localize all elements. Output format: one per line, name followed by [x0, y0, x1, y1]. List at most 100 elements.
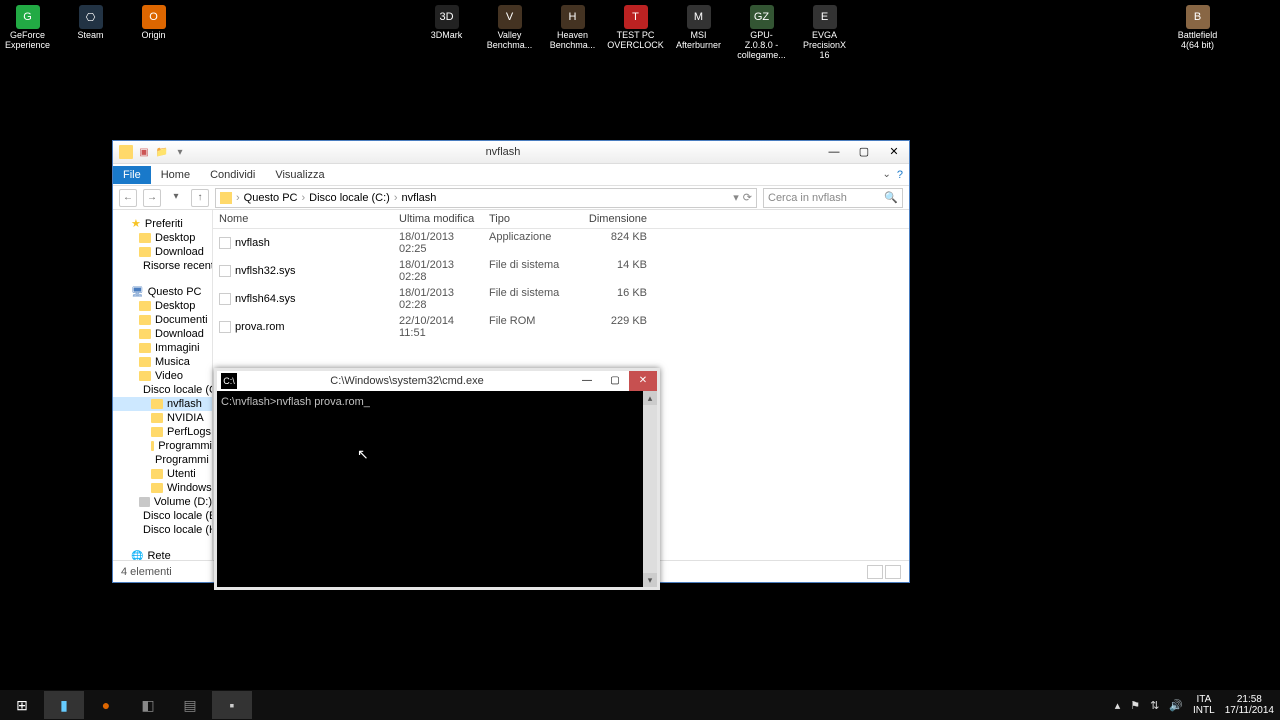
tree-node[interactable]: Disco locale (H:) — [113, 523, 212, 537]
tree-node[interactable]: Programmi — [113, 439, 212, 453]
tree-node[interactable]: 🖥Questo PC — [113, 285, 212, 299]
taskbar-app-button[interactable]: ◧ — [128, 691, 168, 719]
tree-node[interactable]: Musica — [113, 355, 212, 369]
start-button[interactable]: ⊞ — [2, 691, 42, 719]
desktop-icon[interactable]: OOrigin — [131, 5, 176, 61]
file-row[interactable]: nvflsh64.sys18/01/2013 02:28File di sist… — [213, 285, 909, 313]
maximize-button[interactable]: ▢ — [849, 142, 879, 162]
cmd-titlebar[interactable]: C:\ C:\Windows\system32\cmd.exe — ▢ ✕ — [217, 371, 657, 391]
search-input[interactable]: Cerca in nvflash 🔍 — [763, 188, 903, 208]
desktop-icon[interactable]: VValley Benchma... — [487, 5, 532, 61]
desktop-icon[interactable]: TTEST PC OVERCLOCK — [613, 5, 658, 61]
folder-icon — [139, 371, 151, 381]
column-size[interactable]: Dimensione — [573, 210, 653, 228]
tree-node[interactable]: Programmi (x86) — [113, 453, 212, 467]
file-row[interactable]: prova.rom22/10/2014 11:51File ROM229 KB — [213, 313, 909, 341]
tree-node[interactable]: Risorse recenti — [113, 259, 212, 273]
cmd-title: C:\Windows\system32\cmd.exe — [241, 375, 573, 387]
file-row[interactable]: nvflsh32.sys18/01/2013 02:28File di sist… — [213, 257, 909, 285]
explorer-titlebar[interactable]: ▣ 📁 ▾ nvflash — ▢ ✕ — [113, 141, 909, 164]
breadcrumb[interactable]: Questo PC — [244, 192, 298, 204]
column-modified[interactable]: Ultima modifica — [393, 210, 483, 228]
taskbar-explorer-button[interactable]: ▮ — [44, 691, 84, 719]
tree-node[interactable]: Documenti — [113, 313, 212, 327]
tray-network-icon[interactable]: ⇅ — [1150, 699, 1159, 712]
tree-node[interactable]: Immagini — [113, 341, 212, 355]
qat-newfolder-icon[interactable]: 📁 — [155, 145, 169, 159]
app-icon: H — [561, 5, 585, 29]
cmd-close-button[interactable]: ✕ — [629, 371, 657, 391]
tree-node[interactable]: 🌐Rete — [113, 549, 212, 560]
status-text: 4 elementi — [121, 566, 172, 578]
address-dropdown-icon[interactable]: ▾ — [733, 191, 739, 204]
tree-node[interactable]: Download — [113, 245, 212, 259]
nav-forward-button[interactable]: → — [143, 189, 161, 207]
desktop-icon[interactable]: GGeForce Experience — [5, 5, 50, 61]
tree-node[interactable]: Utenti — [113, 467, 212, 481]
tray-show-hidden-icon[interactable]: ▴ — [1115, 699, 1121, 712]
taskbar-cmd-button[interactable]: ▪ — [212, 691, 252, 719]
ribbon-file-tab[interactable]: File — [113, 166, 151, 184]
view-icons-button[interactable] — [885, 565, 901, 579]
tree-node[interactable]: Disco locale (E:) — [113, 509, 212, 523]
ribbon-home-tab[interactable]: Home — [151, 166, 200, 184]
folder-icon — [151, 469, 163, 479]
desktop-icon[interactable]: BBattlefield 4(64 bit) — [1175, 5, 1220, 51]
tree-node[interactable]: Disco locale (C:) — [113, 383, 212, 397]
tree-node[interactable]: ★Preferiti — [113, 216, 212, 231]
help-icon[interactable]: ? — [897, 169, 903, 181]
tree-node[interactable]: nvflash — [113, 397, 212, 411]
desktop-icon[interactable]: 3D3DMark — [424, 5, 469, 61]
nav-up-button[interactable]: ↑ — [191, 189, 209, 207]
tree-node[interactable]: PerfLogs — [113, 425, 212, 439]
cmd-body[interactable]: C:\nvflash>nvflash prova.rom_ ▴ ▾ ↖ — [217, 391, 657, 587]
folder-icon — [151, 413, 163, 423]
tray-volume-icon[interactable]: 🔊 — [1169, 699, 1183, 712]
tree-node[interactable]: Windows — [113, 481, 212, 495]
app-icon: ⎔ — [79, 5, 103, 29]
scroll-down-icon[interactable]: ▾ — [643, 573, 657, 587]
tree-node[interactable]: Desktop — [113, 231, 212, 245]
breadcrumb[interactable]: Disco locale (C:) — [309, 192, 390, 204]
taskbar-app-button[interactable]: ● — [86, 691, 126, 719]
nav-history-dropdown[interactable]: ▾ — [167, 189, 185, 207]
scroll-up-icon[interactable]: ▴ — [643, 391, 657, 405]
folder-icon — [151, 427, 163, 437]
tray-clock[interactable]: 21:58 17/11/2014 — [1225, 694, 1274, 716]
desktop-icon[interactable]: GZGPU-Z.0.8.0 - collegame... — [739, 5, 784, 61]
tree-node[interactable]: Download — [113, 327, 212, 341]
tray-language[interactable]: ITA INTL — [1193, 694, 1215, 716]
nav-back-button[interactable]: ← — [119, 189, 137, 207]
file-modified: 18/01/2013 02:28 — [393, 286, 483, 312]
cmd-minimize-button[interactable]: — — [573, 371, 601, 391]
file-type: Applicazione — [483, 230, 573, 256]
tree-node[interactable]: Video — [113, 369, 212, 383]
desktop-icon[interactable]: MMSI Afterburner — [676, 5, 721, 61]
column-type[interactable]: Tipo — [483, 210, 573, 228]
qat-dropdown-icon[interactable]: ▾ — [173, 145, 187, 159]
desktop-icon[interactable]: ⎔Steam — [68, 5, 113, 61]
view-details-button[interactable] — [867, 565, 883, 579]
desktop-icon-label: GPU-Z.0.8.0 - collegame... — [737, 31, 786, 61]
ribbon-view-tab[interactable]: Visualizza — [265, 166, 334, 184]
ribbon-share-tab[interactable]: Condividi — [200, 166, 265, 184]
close-button[interactable]: ✕ — [879, 142, 909, 162]
breadcrumb[interactable]: nvflash — [402, 192, 437, 204]
column-name[interactable]: Nome — [213, 210, 393, 228]
desktop-icon[interactable]: EEVGA PrecisionX 16 — [802, 5, 847, 61]
tray-icon[interactable]: ⚑ — [1130, 699, 1140, 712]
qat-properties-icon[interactable]: ▣ — [137, 145, 151, 159]
cmd-maximize-button[interactable]: ▢ — [601, 371, 629, 391]
tree-node[interactable]: Desktop — [113, 299, 212, 313]
refresh-icon[interactable]: ⟳ — [743, 191, 752, 204]
desktop-icons-right: BBattlefield 4(64 bit) — [1175, 5, 1220, 51]
tree-node[interactable]: Volume (D:) — [113, 495, 212, 509]
address-bar[interactable]: › Questo PC › Disco locale (C:) › nvflas… — [215, 188, 757, 208]
tree-node[interactable]: NVIDIA — [113, 411, 212, 425]
taskbar-app-button[interactable]: ▤ — [170, 691, 210, 719]
file-row[interactable]: nvflash18/01/2013 02:25Applicazione824 K… — [213, 229, 909, 257]
minimize-button[interactable]: — — [819, 142, 849, 162]
ribbon-expand-icon[interactable]: ⌄ — [882, 169, 890, 181]
desktop-icon[interactable]: HHeaven Benchma... — [550, 5, 595, 61]
cmd-scrollbar[interactable]: ▴ ▾ — [643, 391, 657, 587]
